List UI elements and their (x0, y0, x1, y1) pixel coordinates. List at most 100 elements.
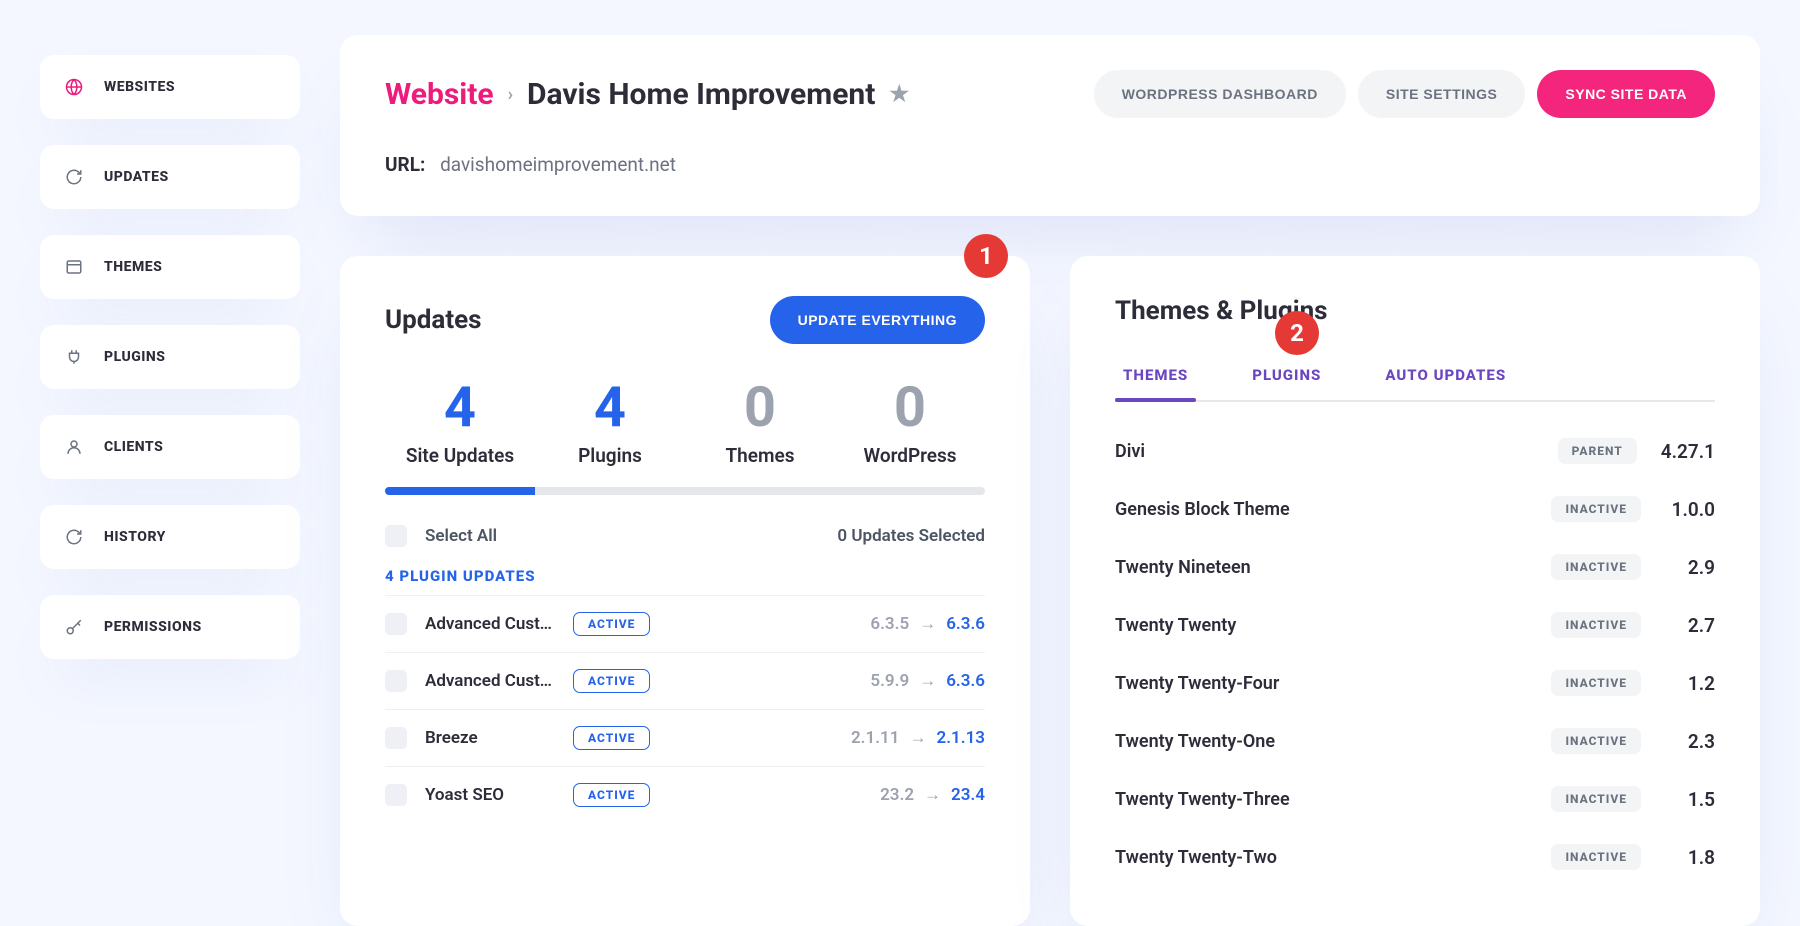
theme-row[interactable]: Divi PARENT 4.27.1 (1115, 422, 1715, 480)
plugin-update-row: Yoast SEO ACTIVE 23.2 → 23.4 (385, 766, 985, 823)
theme-status-badge: INACTIVE (1551, 786, 1641, 812)
stat-number: 0 (835, 374, 985, 440)
themes-tabs: THEMES PLUGINS AUTO UPDATES (1115, 354, 1715, 402)
callout-2: 2 (1275, 311, 1319, 355)
theme-status-badge: INACTIVE (1551, 728, 1641, 754)
version-old: 6.3.5 (870, 614, 909, 634)
stat-label: Plugins (535, 444, 685, 467)
plugin-name: Breeze (425, 728, 555, 748)
select-all-checkbox[interactable] (385, 525, 407, 547)
theme-name: Divi (1115, 441, 1145, 462)
version-new: 2.1.13 (936, 728, 985, 748)
plugin-update-row: Advanced Custo… ACTIVE 5.9.9 → 6.3.6 (385, 652, 985, 709)
url-row: URL: davishomeimprovement.net (385, 153, 1715, 176)
sidebar-item-label: PLUGINS (104, 349, 165, 365)
select-row: Select All 0 Updates Selected (385, 525, 985, 547)
theme-row[interactable]: Twenty Twenty-Two INACTIVE 1.8 (1115, 828, 1715, 886)
panels: Updates UPDATE EVERYTHING 4Site Updates4… (340, 256, 1760, 926)
refresh-icon (64, 167, 84, 187)
active-badge: ACTIVE (573, 669, 650, 693)
theme-name: Twenty Twenty-One (1115, 731, 1275, 752)
user-icon (64, 437, 84, 457)
sidebar-item-plugins[interactable]: PLUGINS (40, 325, 300, 389)
theme-row[interactable]: Twenty Nineteen INACTIVE 2.9 (1115, 538, 1715, 596)
theme-row[interactable]: Genesis Block Theme INACTIVE 1.0.0 (1115, 480, 1715, 538)
update-checkbox[interactable] (385, 670, 407, 692)
theme-name: Genesis Block Theme (1115, 499, 1290, 520)
url-label: URL: (385, 153, 425, 176)
sidebar-item-updates[interactable]: UPDATES (40, 145, 300, 209)
version-old: 2.1.11 (851, 728, 900, 748)
stat-item[interactable]: 0WordPress (835, 374, 985, 467)
theme-version: 1.5 (1665, 788, 1715, 811)
stat-item[interactable]: 0Themes (685, 374, 835, 467)
sidebar-item-history[interactable]: HISTORY (40, 505, 300, 569)
sync-site-data-button[interactable]: SYNC SITE DATA (1537, 70, 1715, 118)
window-icon (64, 257, 84, 277)
key-icon (64, 617, 84, 637)
arrow-right-icon: → (919, 671, 936, 691)
theme-row[interactable]: Twenty Twenty-Four INACTIVE 1.2 (1115, 654, 1715, 712)
theme-status-badge: INACTIVE (1551, 670, 1641, 696)
sidebar-item-label: CLIENTS (104, 439, 163, 455)
tab-themes[interactable]: THEMES (1115, 354, 1196, 400)
version-new: 6.3.6 (946, 671, 985, 691)
theme-version: 2.7 (1665, 614, 1715, 637)
stat-number: 0 (685, 374, 835, 440)
plugin-name: Advanced Custo… (425, 614, 555, 634)
stats-tabs: 4Site Updates4 Plugins0Themes0WordPress (385, 374, 985, 467)
sidebar-item-clients[interactable]: CLIENTS (40, 415, 300, 479)
wordpress-dashboard-button[interactable]: WORDPRESS DASHBOARD (1094, 70, 1346, 118)
active-badge: ACTIVE (573, 726, 650, 750)
globe-icon (64, 77, 84, 97)
version-old: 5.9.9 (870, 671, 909, 691)
theme-version: 1.8 (1665, 846, 1715, 869)
select-all-label[interactable]: Select All (425, 526, 497, 546)
theme-version: 1.0.0 (1665, 498, 1715, 521)
breadcrumb: Website › Davis Home Improvement ★ (385, 77, 909, 112)
star-icon[interactable]: ★ (889, 82, 909, 107)
chevron-right-icon: › (508, 84, 513, 105)
tab-auto-updates[interactable]: AUTO UPDATES (1377, 354, 1514, 400)
update-checkbox[interactable] (385, 613, 407, 635)
sidebar-item-websites[interactable]: WEBSITES (40, 55, 300, 119)
sidebar-item-themes[interactable]: THEMES (40, 235, 300, 299)
updates-panel: Updates UPDATE EVERYTHING 4Site Updates4… (340, 256, 1030, 926)
active-badge: ACTIVE (573, 783, 650, 807)
stats-underline (385, 487, 985, 495)
site-settings-button[interactable]: SITE SETTINGS (1358, 70, 1526, 118)
theme-row[interactable]: Twenty Twenty INACTIVE 2.7 (1115, 596, 1715, 654)
stat-item[interactable]: 4Site Updates (385, 374, 535, 467)
theme-version: 2.9 (1665, 556, 1715, 579)
theme-version: 1.2 (1665, 672, 1715, 695)
sidebar-item-label: UPDATES (104, 169, 169, 185)
theme-name: Twenty Twenty (1115, 615, 1236, 636)
arrow-right-icon: → (919, 614, 936, 634)
version-old: 23.2 (880, 785, 914, 805)
plugin-update-row: Advanced Custo… ACTIVE 6.3.5 → 6.3.6 (385, 595, 985, 652)
header-card: Website › Davis Home Improvement ★ WORDP… (340, 35, 1760, 216)
update-everything-button[interactable]: UPDATE EVERYTHING (770, 296, 985, 344)
sidebar-item-permissions[interactable]: PERMISSIONS (40, 595, 300, 659)
theme-status-badge: INACTIVE (1551, 496, 1641, 522)
arrow-right-icon: → (909, 728, 926, 748)
stat-label: Site Updates (385, 444, 535, 467)
theme-row[interactable]: Twenty Twenty-Three INACTIVE 1.5 (1115, 770, 1715, 828)
stat-item[interactable]: 4 Plugins (535, 374, 685, 467)
tab-plugins[interactable]: PLUGINS (1244, 354, 1329, 400)
update-checkbox[interactable] (385, 784, 407, 806)
stat-number: 4 (535, 374, 685, 440)
sidebar-item-label: PERMISSIONS (104, 619, 202, 635)
version-new: 6.3.6 (946, 614, 985, 634)
theme-version: 2.3 (1665, 730, 1715, 753)
theme-status-badge: PARENT (1558, 438, 1637, 464)
themes-plugins-title: Themes & Plugins (1115, 296, 1715, 326)
callout-1: 1 (964, 234, 1008, 278)
updates-title: Updates (385, 305, 482, 335)
update-checkbox[interactable] (385, 727, 407, 749)
selected-count: 0 Updates Selected (837, 526, 985, 546)
breadcrumb-root[interactable]: Website (385, 77, 494, 112)
plugin-updates-label: 4 PLUGIN UPDATES (385, 567, 985, 585)
theme-name: Twenty Nineteen (1115, 557, 1251, 578)
theme-row[interactable]: Twenty Twenty-One INACTIVE 2.3 (1115, 712, 1715, 770)
